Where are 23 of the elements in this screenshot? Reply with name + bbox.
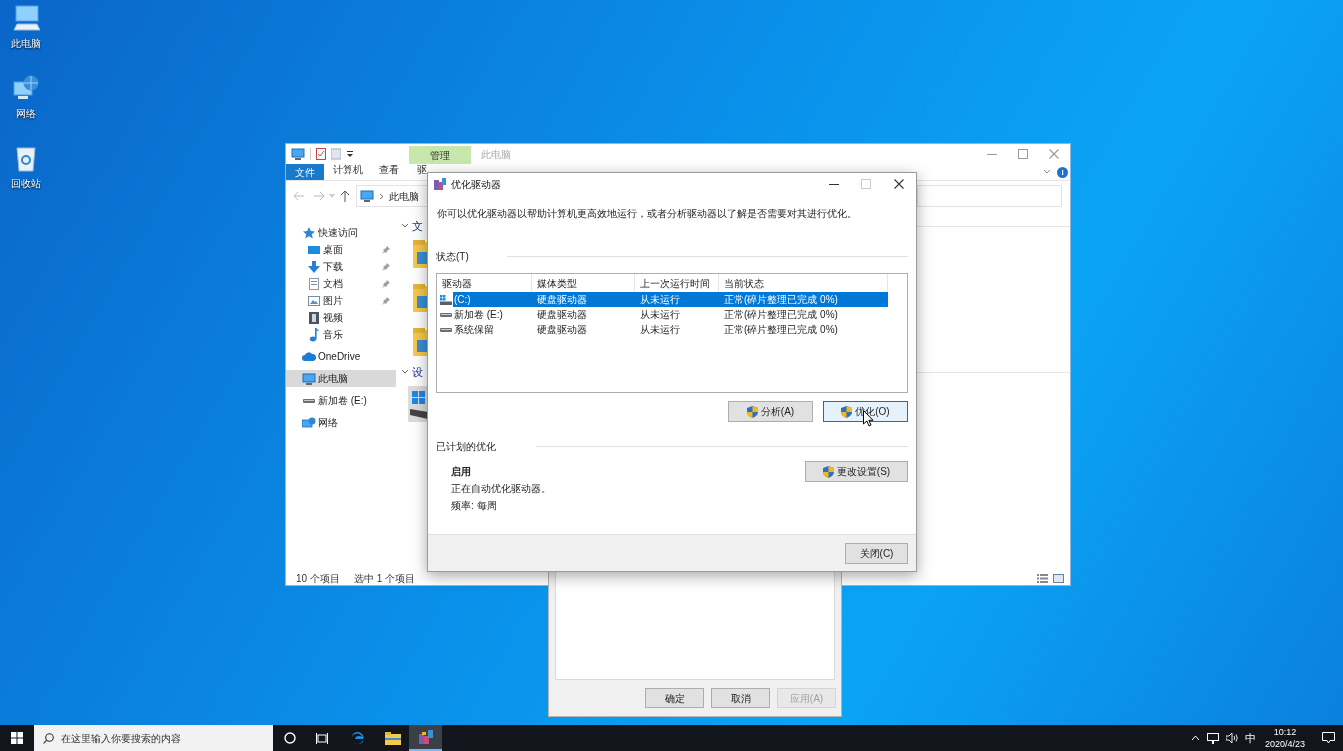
table-cell-text: 硬盘驱动器 xyxy=(536,323,588,337)
schedule-frequency: 频率: 每周 xyxy=(451,499,498,513)
table-cell-text: 从未运行 xyxy=(639,308,681,322)
table-cell-text: 从未运行 xyxy=(639,323,681,337)
table-cell-text: (C:) xyxy=(453,293,472,307)
table-cell-text: 系统保留 xyxy=(453,323,495,337)
description-text: 你可以优化驱动器以帮助计算机更高效地运行，或者分析驱动器以了解是否需要对其进行优化。 xyxy=(436,207,858,221)
selection-count: 选中 1 个项目 xyxy=(353,571,416,586)
address-text: 此电脑 xyxy=(389,189,419,204)
table-cell-text: 正常(碎片整理已完成 0%) xyxy=(723,323,839,337)
group-label: 已计划的优化 xyxy=(436,440,496,454)
table-cell-text: 从未运行 xyxy=(639,293,681,307)
dialog-title: 优化驱动器 xyxy=(451,177,501,192)
table-cell-text: 硬盘驱动器 xyxy=(536,308,588,322)
table-cell-text: 新加卷 (E:) xyxy=(453,308,504,322)
schedule-description: 正在自动优化驱动器。 xyxy=(451,482,551,496)
schedule-state: 启用 xyxy=(451,465,472,479)
group-label: 状态(T) xyxy=(436,250,469,264)
item-count: 10 个项目 xyxy=(296,571,340,586)
window-title: 此电脑 xyxy=(481,147,511,162)
table-cell-text: 正常(碎片整理已完成 0%) xyxy=(723,308,839,322)
table-cell-text: 硬盘驱动器 xyxy=(536,293,588,307)
table-cell-text: 正常(碎片整理已完成 0%) xyxy=(723,293,839,307)
